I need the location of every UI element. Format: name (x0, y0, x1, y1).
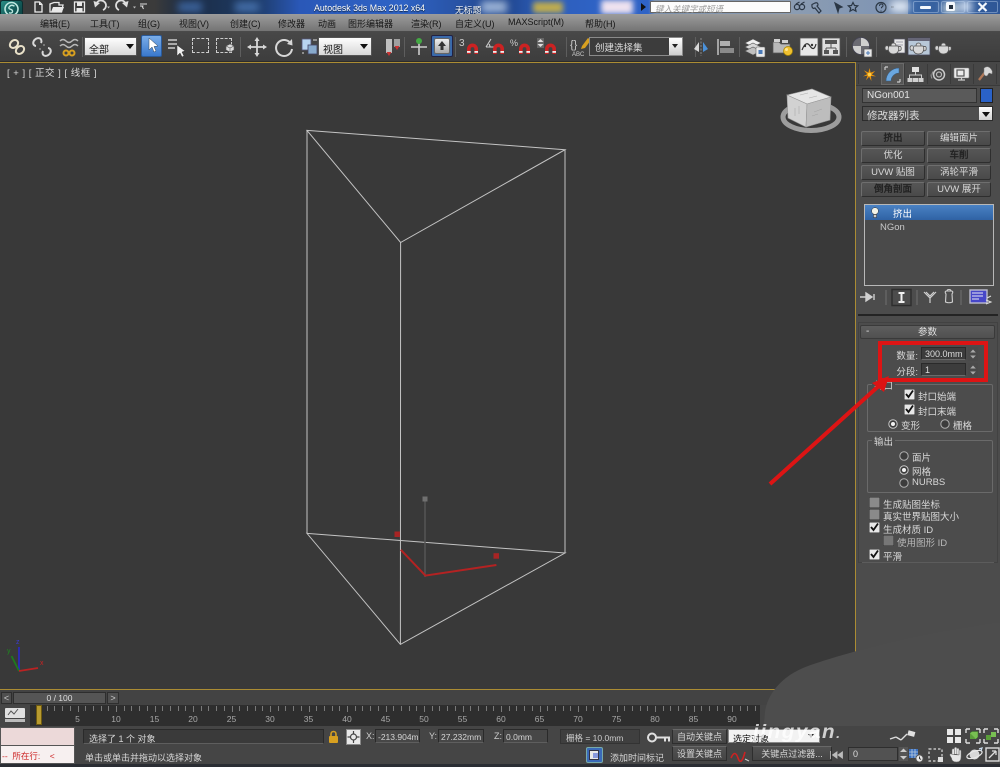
svg-text:3: 3 (459, 38, 465, 49)
svg-text:z: z (16, 639, 20, 646)
svg-text:x: x (40, 660, 44, 667)
svg-text:%: % (510, 38, 518, 48)
svg-text:y: y (7, 648, 11, 655)
svg-text:ABC: ABC (572, 52, 585, 58)
svg-text:{}: {} (570, 39, 578, 51)
